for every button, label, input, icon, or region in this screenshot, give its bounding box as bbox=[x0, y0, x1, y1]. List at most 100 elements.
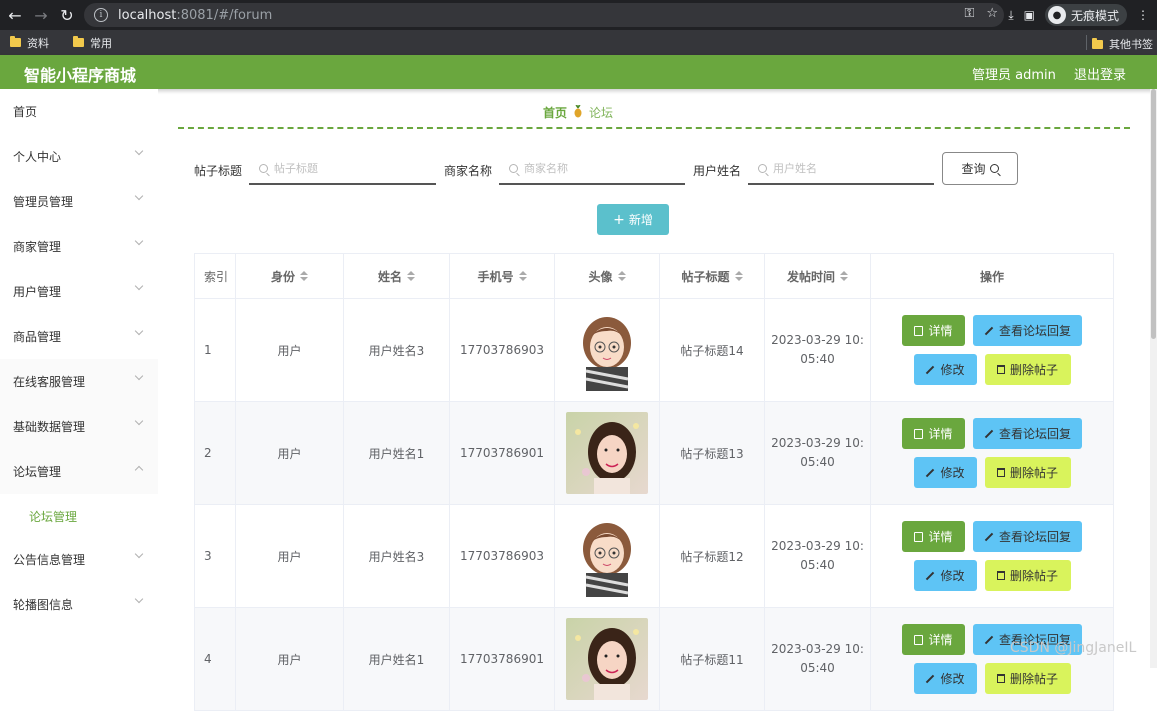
cell-post-title: 帖子标题14 bbox=[660, 299, 765, 402]
edit-icon bbox=[984, 429, 994, 438]
sidebar-item-admins[interactable]: 管理员管理 bbox=[0, 179, 158, 224]
sort-icon[interactable] bbox=[518, 271, 527, 281]
key-icon[interactable]: ⚿ bbox=[964, 6, 974, 21]
sort-icon[interactable] bbox=[734, 271, 743, 281]
download-icon[interactable]: ⤓ bbox=[1008, 8, 1013, 23]
logout-link[interactable]: 退出登录 bbox=[1074, 64, 1126, 83]
search-icon bbox=[259, 163, 268, 173]
edit-icon bbox=[984, 326, 994, 335]
sidebar-item-customer-service[interactable]: 在线客服管理 bbox=[0, 359, 158, 404]
chevron-down-icon bbox=[134, 236, 144, 246]
view-replies-button[interactable]: 查看论坛回复 bbox=[973, 521, 1082, 552]
divider bbox=[1086, 35, 1087, 50]
incognito-badge[interactable]: ● 无痕模式 bbox=[1044, 4, 1127, 26]
trash-icon bbox=[996, 571, 1005, 580]
cell-post-title: 帖子标题11 bbox=[660, 608, 765, 711]
other-bookmarks[interactable]: 其他书签 bbox=[1092, 36, 1153, 52]
sort-icon[interactable] bbox=[407, 271, 415, 281]
sidebar-subitem-forum[interactable]: 论坛管理 bbox=[0, 495, 158, 537]
sort-icon[interactable] bbox=[617, 271, 626, 281]
cell-post-time: 2023-03-29 10: 05:40 bbox=[765, 505, 871, 608]
sidebar-item-users[interactable]: 用户管理 bbox=[0, 269, 158, 314]
menu-icon[interactable]: ⋮ bbox=[1137, 8, 1149, 22]
sidebar-item-home[interactable]: 首页 bbox=[0, 89, 158, 134]
breadcrumb: 首页 论坛 bbox=[543, 104, 613, 121]
sidebar-item-notices[interactable]: 公告信息管理 bbox=[0, 537, 158, 582]
sidebar-item-merchants[interactable]: 商家管理 bbox=[0, 224, 158, 269]
cell-post-time: 2023-03-29 10: 05:40 bbox=[765, 299, 871, 402]
sort-icon[interactable] bbox=[840, 271, 848, 281]
bookmark-folder[interactable]: 常用 bbox=[73, 35, 112, 51]
breadcrumb-current: 论坛 bbox=[589, 106, 614, 120]
view-replies-button[interactable]: 查看论坛回复 bbox=[973, 315, 1082, 346]
edit-button[interactable]: 修改 bbox=[913, 560, 977, 591]
user-name-search[interactable] bbox=[748, 153, 934, 185]
admin-label: 管理员 admin bbox=[972, 68, 1056, 83]
table-header: 索引 身份 姓名 手机号 头像 帖子标题 发帖时间 操作 bbox=[195, 254, 1114, 299]
sidebar: 首页 个人中心 管理员管理 商家管理 用户管理 商品管理 在线客服管理 基础数据… bbox=[0, 89, 158, 668]
delete-button[interactable]: 删除帖子 bbox=[984, 457, 1071, 488]
query-button[interactable]: 查询 bbox=[942, 152, 1018, 185]
edit-button[interactable]: 修改 bbox=[913, 354, 977, 385]
user-name-input[interactable] bbox=[773, 161, 913, 175]
folder-icon bbox=[1092, 37, 1103, 49]
info-icon[interactable]: i bbox=[94, 8, 108, 22]
col-post-time[interactable]: 发帖时间 bbox=[765, 254, 871, 299]
cell-index: 3 bbox=[195, 505, 236, 608]
sidebar-item-profile[interactable]: 个人中心 bbox=[0, 134, 158, 179]
trash-icon bbox=[996, 468, 1005, 477]
trash-icon bbox=[996, 674, 1005, 683]
merchant-name-input[interactable] bbox=[524, 161, 664, 175]
sidebar-item-forum[interactable]: 论坛管理 bbox=[0, 449, 158, 494]
detail-button[interactable]: 详情 bbox=[902, 624, 965, 655]
post-title-input[interactable] bbox=[274, 161, 414, 175]
table-row: 2 用户 用户姓名1 17703786901 帖子标题13 2023-03-29… bbox=[195, 402, 1114, 505]
sidepanel-icon[interactable]: ▣ bbox=[1024, 8, 1035, 22]
address-bar[interactable]: i localhost:8081/#/forum ⚿ ☆ bbox=[84, 3, 1004, 27]
col-post-title[interactable]: 帖子标题 bbox=[660, 254, 765, 299]
avatar[interactable] bbox=[566, 309, 648, 391]
sidebar-item-carousel[interactable]: 轮播图信息 bbox=[0, 582, 158, 627]
edit-icon bbox=[926, 468, 935, 477]
avatar[interactable] bbox=[566, 618, 648, 700]
sidebar-item-products[interactable]: 商品管理 bbox=[0, 314, 158, 359]
post-title-search[interactable] bbox=[249, 153, 436, 185]
cell-phone: 17703786901 bbox=[450, 402, 555, 505]
col-name[interactable]: 姓名 bbox=[344, 254, 450, 299]
bookmark-folder[interactable]: 资料 bbox=[10, 35, 49, 51]
delete-button[interactable]: 删除帖子 bbox=[984, 354, 1071, 385]
add-button[interactable]: + 新增 bbox=[597, 204, 669, 235]
detail-button[interactable]: 详情 bbox=[902, 521, 965, 552]
table-body: 1 用户 用户姓名3 17703786903 帖子标题14 2023-03-29… bbox=[195, 299, 1114, 711]
delete-button[interactable]: 删除帖子 bbox=[984, 560, 1071, 591]
view-replies-button[interactable]: 查看论坛回复 bbox=[973, 418, 1082, 449]
watermark: CSDN @JingJaneIL bbox=[1010, 640, 1137, 656]
scrollbar-thumb[interactable] bbox=[1151, 89, 1156, 339]
detail-button[interactable]: 详情 bbox=[902, 418, 965, 449]
sidebar-item-basic-data[interactable]: 基础数据管理 bbox=[0, 404, 158, 449]
chevron-down-icon bbox=[134, 326, 144, 336]
pineapple-icon bbox=[573, 104, 583, 121]
detail-button[interactable]: 详情 bbox=[902, 315, 965, 346]
star-icon[interactable]: ☆ bbox=[986, 6, 998, 21]
merchant-name-label: 商家名称 bbox=[444, 164, 493, 178]
avatar[interactable] bbox=[566, 412, 648, 494]
plus-icon: + bbox=[613, 211, 625, 228]
forward-icon[interactable]: → bbox=[30, 4, 52, 26]
chevron-down-icon bbox=[134, 549, 144, 559]
folder-icon bbox=[10, 36, 21, 47]
back-icon[interactable]: ← bbox=[4, 4, 26, 26]
merchant-name-search[interactable] bbox=[499, 153, 685, 185]
cell-phone: 17703786901 bbox=[450, 608, 555, 711]
col-phone[interactable]: 手机号 bbox=[450, 254, 555, 299]
cell-name: 用户姓名3 bbox=[344, 299, 450, 402]
breadcrumb-home[interactable]: 首页 bbox=[543, 104, 567, 121]
cell-identity: 用户 bbox=[236, 608, 344, 711]
edit-icon bbox=[926, 365, 935, 374]
sort-icon[interactable] bbox=[300, 271, 308, 281]
col-avatar[interactable]: 头像 bbox=[555, 254, 660, 299]
col-identity[interactable]: 身份 bbox=[236, 254, 344, 299]
edit-button[interactable]: 修改 bbox=[913, 457, 977, 488]
reload-icon[interactable]: ↻ bbox=[56, 4, 78, 26]
avatar[interactable] bbox=[566, 515, 648, 597]
